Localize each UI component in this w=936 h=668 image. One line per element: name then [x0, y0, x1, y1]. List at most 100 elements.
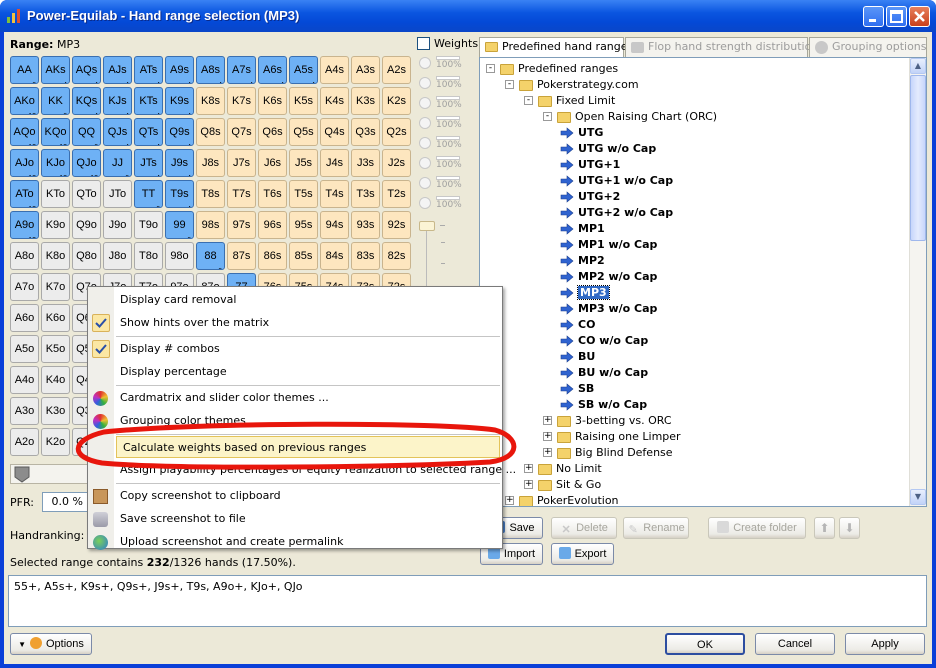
expand-icon[interactable]: +: [543, 432, 552, 441]
matrix-cell[interactable]: A9s 4: [165, 56, 194, 84]
matrix-cell[interactable]: K9o: [41, 211, 70, 239]
matrix-cell[interactable]: JTs 4: [134, 149, 163, 177]
cancel-button[interactable]: Cancel: [755, 633, 835, 655]
tree-item[interactable]: SB w/o Cap: [578, 397, 647, 413]
matrix-cell[interactable]: 87s: [227, 242, 256, 270]
tree-item[interactable]: BU: [578, 349, 595, 365]
matrix-cell[interactable]: A5s 4: [289, 56, 318, 84]
menu-item[interactable]: Copy screenshot to clipboard: [114, 485, 502, 507]
close-button[interactable]: [909, 6, 930, 27]
maximize-button[interactable]: [886, 6, 907, 27]
matrix-cell[interactable]: T9s 4: [165, 180, 194, 208]
matrix-cell[interactable]: 98s: [196, 211, 225, 239]
collapse-icon[interactable]: -: [543, 112, 552, 121]
matrix-cell[interactable]: K6o: [41, 304, 70, 332]
menu-item[interactable]: Show hints over the matrix: [114, 312, 502, 334]
matrix-cell[interactable]: QTo: [72, 180, 101, 208]
scroll-down-button[interactable]: ▼: [910, 489, 926, 505]
tree-item[interactable]: 3-betting vs. ORC: [575, 413, 672, 429]
matrix-cell[interactable]: K5o: [41, 335, 70, 363]
matrix-cell[interactable]: T4s: [320, 180, 349, 208]
tree-item[interactable]: SB: [578, 381, 594, 397]
matrix-cell[interactable]: 83s: [351, 242, 380, 270]
tree-item[interactable]: MP3 w/o Cap: [578, 301, 657, 317]
tree-item[interactable]: Open Raising Chart (ORC): [575, 109, 717, 125]
menu-item[interactable]: Assign playability percentages or equity…: [114, 459, 516, 481]
matrix-cell[interactable]: K4o: [41, 366, 70, 394]
weight-radio[interactable]: [419, 137, 431, 149]
matrix-cell[interactable]: QTs 4: [134, 118, 163, 146]
matrix-cell[interactable]: AQs 4: [72, 56, 101, 84]
matrix-cell[interactable]: 84s: [320, 242, 349, 270]
matrix-cell[interactable]: A9o 12: [10, 211, 39, 239]
move-down-button[interactable]: ⬇: [839, 517, 860, 539]
tree-item[interactable]: Sit & Go: [556, 477, 601, 493]
matrix-cell[interactable]: A6o: [10, 304, 39, 332]
tree-item[interactable]: No Limit: [556, 461, 602, 477]
matrix-cell[interactable]: AKo 12: [10, 87, 39, 115]
tree-item[interactable]: BU w/o Cap: [578, 365, 648, 381]
matrix-cell[interactable]: T5s: [289, 180, 318, 208]
matrix-cell[interactable]: 86s: [258, 242, 287, 270]
matrix-cell[interactable]: T6s: [258, 180, 287, 208]
delete-button[interactable]: ✕ Delete: [551, 517, 617, 539]
tree-item[interactable]: CO: [578, 317, 595, 333]
matrix-cell[interactable]: J9o: [103, 211, 132, 239]
matrix-cell[interactable]: Q7s: [227, 118, 256, 146]
weight-slider-thumb[interactable]: [419, 221, 435, 231]
weight-radio[interactable]: [419, 57, 431, 69]
tree-item[interactable]: UTG: [578, 125, 603, 141]
menu-item[interactable]: Save screenshot to file: [114, 508, 502, 530]
range-text-area[interactable]: 55+, A5s+, K9s+, Q9s+, J9s+, T9s, A9o+, …: [8, 575, 927, 627]
matrix-cell[interactable]: 98o: [165, 242, 194, 270]
tree-item[interactable]: UTG+2 w/o Cap: [578, 205, 673, 221]
matrix-cell[interactable]: AA 6: [10, 56, 39, 84]
move-up-button[interactable]: ⬆: [814, 517, 835, 539]
weight-radio[interactable]: [419, 197, 431, 209]
matrix-cell[interactable]: TT 6: [134, 180, 163, 208]
matrix-cell[interactable]: K8s: [196, 87, 225, 115]
expand-icon[interactable]: +: [543, 416, 552, 425]
matrix-cell[interactable]: QJo 12: [72, 149, 101, 177]
matrix-cell[interactable]: JJ 6: [103, 149, 132, 177]
matrix-cell[interactable]: KQo 12: [41, 118, 70, 146]
matrix-cell[interactable]: AQo 12: [10, 118, 39, 146]
matrix-cell[interactable]: A6s 4: [258, 56, 287, 84]
tree-item[interactable]: Big Blind Defense: [575, 445, 673, 461]
matrix-cell[interactable]: KTs 4: [134, 87, 163, 115]
matrix-cell[interactable]: J8o: [103, 242, 132, 270]
matrix-cell[interactable]: K2o: [41, 428, 70, 456]
matrix-cell[interactable]: Q6s: [258, 118, 287, 146]
tab-predefined-hand-ranges[interactable]: Predefined hand ranges: [479, 37, 633, 58]
matrix-cell[interactable]: KJs 4: [103, 87, 132, 115]
matrix-cell[interactable]: 85s: [289, 242, 318, 270]
rename-button[interactable]: ✎ Rename: [623, 517, 689, 539]
matrix-cell[interactable]: K9s 4: [165, 87, 194, 115]
weight-radio[interactable]: [419, 77, 431, 89]
tree-item[interactable]: MP2: [578, 253, 605, 269]
menu-item[interactable]: Upload screenshot and create permalink: [114, 531, 502, 553]
menu-item[interactable]: Calculate weights based on previous rang…: [116, 436, 500, 458]
matrix-cell[interactable]: 94s: [320, 211, 349, 239]
tree-item[interactable]: UTG w/o Cap: [578, 141, 656, 157]
matrix-cell[interactable]: Q4s: [320, 118, 349, 146]
tree-item[interactable]: Predefined ranges: [518, 61, 618, 77]
matrix-cell[interactable]: K6s: [258, 87, 287, 115]
matrix-cell[interactable]: 93s: [351, 211, 380, 239]
matrix-cell[interactable]: K2s: [382, 87, 411, 115]
matrix-cell[interactable]: Q9s 4: [165, 118, 194, 146]
matrix-cell[interactable]: K3o: [41, 397, 70, 425]
tree-item[interactable]: MP1: [578, 221, 605, 237]
ok-button[interactable]: OK: [665, 633, 745, 655]
matrix-cell[interactable]: 97s: [227, 211, 256, 239]
matrix-cell[interactable]: K3s: [351, 87, 380, 115]
tree-item[interactable]: MP1 w/o Cap: [578, 237, 657, 253]
matrix-cell[interactable]: AJs 4: [103, 56, 132, 84]
collapse-icon[interactable]: -: [486, 64, 495, 73]
matrix-cell[interactable]: T8s: [196, 180, 225, 208]
matrix-cell[interactable]: JTo: [103, 180, 132, 208]
matrix-cell[interactable]: 96s: [258, 211, 287, 239]
export-button[interactable]: Export: [551, 543, 614, 565]
matrix-cell[interactable]: J2s: [382, 149, 411, 177]
tree-item[interactable]: Fixed Limit: [556, 93, 615, 109]
